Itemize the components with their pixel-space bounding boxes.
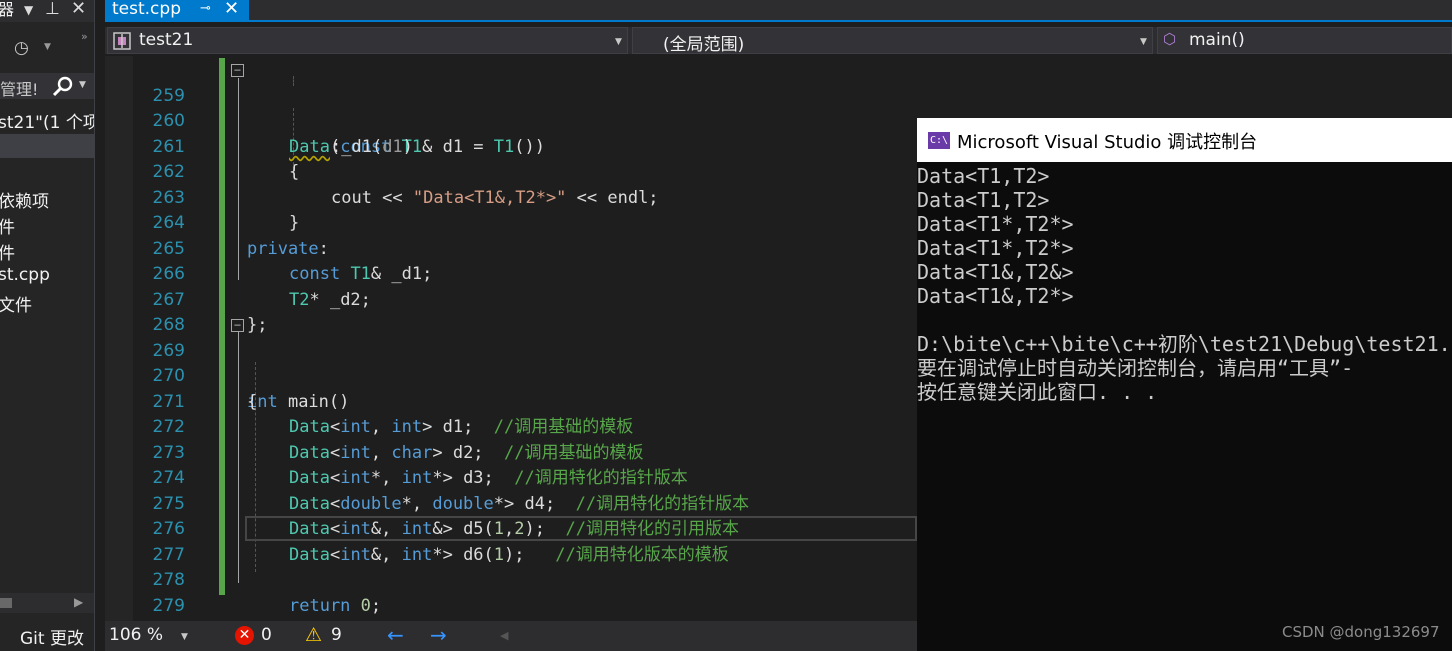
scroll-right-icon[interactable]: ▶ (74, 595, 83, 609)
explorer-search-box[interactable]: 管理! ▼ (0, 73, 94, 99)
console-title: Microsoft Visual Studio 调试控制台 (957, 132, 1258, 153)
console-line: Data<T1,T2> (917, 164, 1050, 188)
collapse-icon[interactable]: − (231, 64, 244, 77)
chevron-down-icon[interactable]: ▼ (615, 37, 622, 47)
solution-explorer-panel: 器 ▼ ⊥ ✕ ◷ ▼ » 管理! ▼ st21"(1 个项 依赖项 件 件 s… (0, 0, 95, 651)
solution-explorer-titlebar: 器 ▼ ⊥ ✕ (0, 0, 94, 22)
git-changes-tab[interactable]: Git 更改 (0, 620, 94, 651)
document-tab-strip: test.cpp ⊸ ✕ (105, 0, 1452, 22)
console-line: 要在调试停止时自动关闭控制台，请启用“工具”- (917, 356, 1354, 380)
console-line: Data<T1&,T2*> (917, 284, 1074, 308)
clock-icon[interactable]: ◷ (14, 38, 29, 58)
code-line: 273 Data<int*, int*> d3; //调用特化的指针版本 (105, 415, 917, 489)
tree-item-solution[interactable]: st21"(1 个项 (0, 108, 94, 133)
tree-item-references[interactable]: 依赖项 (0, 187, 49, 212)
search-options-icon[interactable]: ▼ (79, 80, 86, 90)
navigation-bar: test21 ▼ (全局范围) ▼ ⬡ main() (105, 27, 1452, 55)
tree-item-files-3[interactable]: 文件 (0, 291, 32, 316)
scrollbar-thumb[interactable] (0, 598, 12, 608)
error-count[interactable]: 0 (261, 625, 272, 645)
code-line: 277 (105, 517, 917, 565)
panel-dropdown-icon[interactable]: ▼ (24, 0, 33, 20)
scroll-left-icon[interactable]: ◀ (500, 629, 508, 642)
chevron-down-icon[interactable]: ▼ (181, 632, 188, 642)
code-line: 280 (105, 594, 917, 620)
console-line: Data<T1*,T2*> (917, 236, 1074, 260)
nav-forward-icon[interactable]: → (430, 623, 447, 647)
code-line: 259 − Data(const T1& d1 = T1()) (105, 58, 917, 157)
watermark: CSDN @dong132697 (1282, 623, 1440, 641)
code-line: 261 { (105, 109, 917, 183)
code-line: 272 Data<int, char> d2; //调用基础的模板 (105, 390, 917, 463)
close-tab-icon[interactable]: ✕ (224, 0, 239, 19)
warning-icon[interactable]: ⚠ (305, 624, 322, 646)
chevron-down-icon[interactable]: ▼ (1140, 37, 1147, 47)
git-changes-label: Git 更改 (20, 629, 84, 649)
nav-back-icon[interactable]: ← (387, 623, 404, 647)
search-placeholder: 管理! (0, 80, 39, 99)
code-line: 271 Data<int, int> d1; //调用基础的模板 (105, 364, 917, 438)
class-icon (113, 32, 131, 50)
code-line: 262 cout << "Data<T1&,T2*>" << endl; (105, 135, 917, 208)
code-line: 260 :_d1(d1) (105, 84, 917, 157)
tree-item-selected-project[interactable] (0, 134, 94, 158)
code-line: 269 − int main() (105, 313, 917, 412)
project-name: test21 (139, 30, 194, 50)
member-label: main() (1189, 30, 1245, 50)
pin-tab-icon[interactable]: ⊸ (200, 1, 211, 16)
scope-combo[interactable]: (全局范围) ▼ (632, 27, 1153, 55)
code-line: 278 return 0; (105, 543, 917, 616)
pin-icon[interactable]: ⊥ (45, 0, 60, 19)
method-icon: ⬡ (1163, 30, 1177, 48)
scope-label: (全局范围) (663, 35, 745, 55)
overflow-icon[interactable]: » (81, 30, 88, 43)
code-line: 275 Data<int&, int&> d5(1,2); //调用特化的引用版… (105, 466, 917, 540)
code-line: 279 } (105, 568, 917, 616)
chevron-down-icon[interactable]: ▼ (44, 42, 51, 52)
explorer-toolbar: ◷ ▼ » (0, 30, 94, 66)
editor-status-strip: 106 % ▼ ✕ 0 ⚠ 9 ← → ◀ (105, 621, 917, 651)
console-line: Data<T1,T2> (917, 188, 1050, 212)
code-line: 274 Data<double*, double*> d4; //调用特化的指针… (105, 441, 917, 514)
project-combo[interactable]: test21 ▼ (107, 27, 628, 54)
search-icon[interactable] (50, 74, 76, 98)
code-line: 270 { (105, 339, 917, 412)
close-panel-icon[interactable]: ✕ (71, 0, 86, 19)
error-icon[interactable]: ✕ (235, 626, 254, 645)
code-editor[interactable]: 259 − Data(const T1& d1 = T1()) 260 :_d1… (105, 56, 917, 621)
console-app-icon: C:\ (928, 132, 950, 149)
console-line: Data<T1*,T2*> (917, 212, 1074, 236)
tab-test-cpp[interactable]: test.cpp ⊸ ✕ (105, 0, 249, 22)
console-line: Data<T1&,T2&> (917, 260, 1074, 284)
code-line: 263 } (105, 160, 917, 234)
tab-label: test.cpp (112, 0, 181, 19)
console-line: D:\bite\c++\bite\c++初阶\test21\Debug\test… (917, 332, 1451, 356)
code-line: 265 const T1& _d1; (105, 211, 917, 285)
tree-item-files-2[interactable]: 件 (0, 239, 15, 264)
code-line: 276 Data<int&, int*> d6(1); //调用特化版本的模板 (105, 492, 917, 565)
code-line: 267 }; (105, 262, 917, 336)
collapse-icon[interactable]: − (231, 319, 244, 332)
code-line: 264 private: (105, 186, 917, 259)
tree-item-test-cpp[interactable]: st.cpp (0, 265, 50, 285)
console-titlebar[interactable]: C:\ Microsoft Visual Studio 调试控制台 (917, 118, 1452, 162)
panel-title: 器 (0, 0, 14, 20)
member-combo[interactable]: ⬡ main() (1157, 27, 1452, 54)
tree-item-files-1[interactable]: 件 (0, 213, 15, 238)
code-line: 266 T2* _d2; (105, 237, 917, 310)
warning-count[interactable]: 9 (331, 625, 342, 645)
debug-console-window[interactable]: C:\ Microsoft Visual Studio 调试控制台 Data<T… (917, 118, 1452, 651)
code-line: 268 (105, 288, 917, 335)
horizontal-scrollbar[interactable]: ▶ (0, 593, 94, 613)
zoom-level[interactable]: 106 % (109, 625, 163, 645)
console-line: 按任意键关闭此窗口. . . (917, 380, 1158, 404)
